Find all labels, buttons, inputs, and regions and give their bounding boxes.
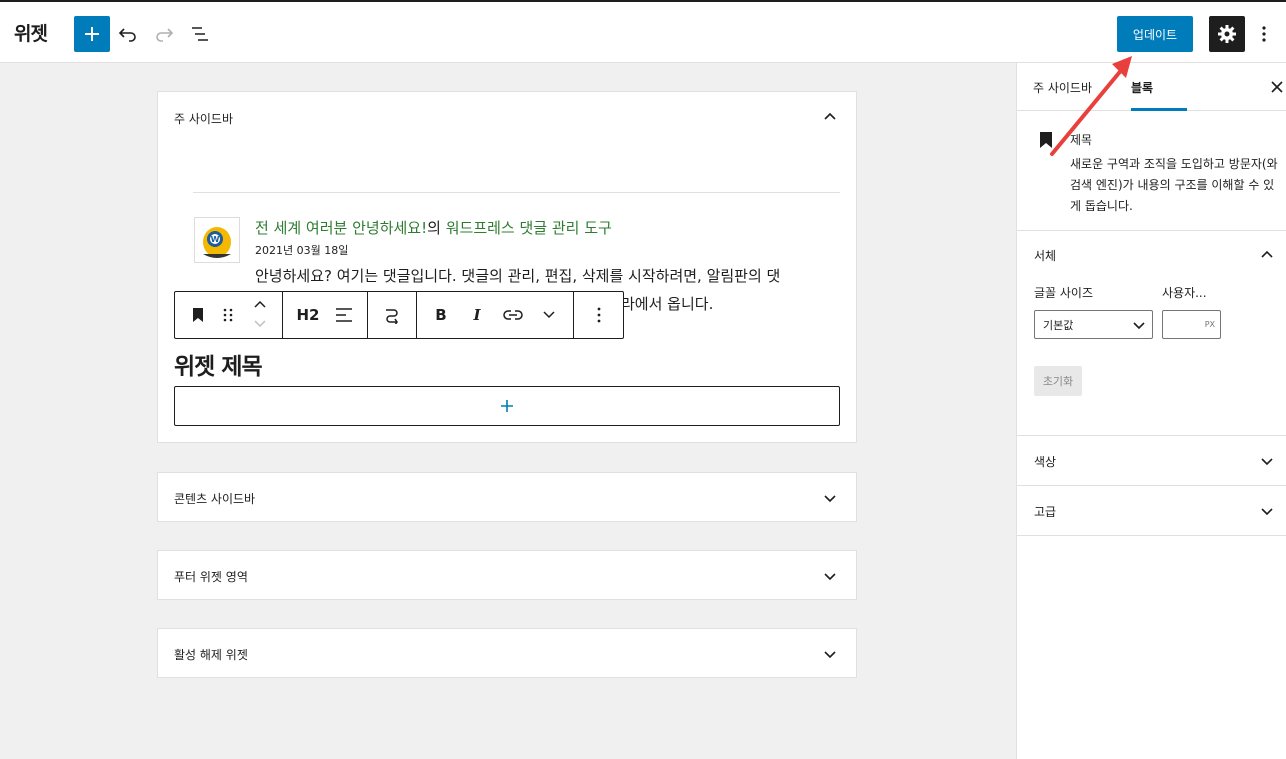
separator xyxy=(193,192,840,193)
list-view-icon[interactable] xyxy=(188,22,212,46)
custom-font-size-input[interactable]: PX xyxy=(1162,310,1221,339)
page-title: 위젯 xyxy=(14,23,48,45)
settings-button[interactable] xyxy=(1209,16,1245,52)
plus-icon xyxy=(501,400,513,412)
comment-post-link[interactable]: 워드프레스 댓글 관리 도구 xyxy=(446,219,612,237)
chevron-down-icon xyxy=(1133,322,1145,330)
heading-level-button[interactable]: H2 xyxy=(293,303,323,327)
widget-area-footer[interactable]: 푸터 위젯 영역 xyxy=(157,550,857,600)
font-size-select[interactable]: 기본값 xyxy=(1034,310,1153,339)
comment-connector: 의 xyxy=(427,219,441,237)
panel-title: 고급 xyxy=(1034,505,1057,519)
align-left-icon[interactable] xyxy=(332,303,356,327)
widget-area-main-sidebar[interactable]: 주 사이드바 W 전 세계 여러분 안녕하세요!의 워드프레스 댓글 관리 도구… xyxy=(157,91,857,443)
chevron-down-icon[interactable] xyxy=(1259,453,1275,469)
advanced-panel[interactable]: 고급 xyxy=(1017,486,1286,536)
move-down-icon[interactable] xyxy=(248,316,272,332)
chevron-up-icon[interactable] xyxy=(1259,247,1275,263)
add-block-button[interactable] xyxy=(74,16,110,52)
close-icon[interactable] xyxy=(1269,79,1285,95)
toolbar-group xyxy=(368,292,417,338)
chevron-down-icon[interactable] xyxy=(537,303,561,327)
font-size-label: 글꼴 사이즈 xyxy=(1034,286,1094,300)
drag-handle-icon[interactable] xyxy=(216,303,240,327)
block-toolbar: H2 B I xyxy=(174,291,624,339)
widget-area-title: 푸터 위젯 영역 xyxy=(174,570,248,584)
widget-area-content-sidebar[interactable]: 콘텐츠 사이드바 xyxy=(157,472,857,522)
toolbar-group xyxy=(175,292,283,338)
plus-icon xyxy=(85,27,99,41)
link-icon[interactable] xyxy=(501,303,525,327)
comment-header: 전 세계 여러분 안녕하세요!의 워드프레스 댓글 관리 도구 xyxy=(255,217,612,238)
panel-title[interactable]: 서체 xyxy=(1034,247,1056,264)
toolbar-group: B I xyxy=(417,292,574,338)
undo-icon[interactable] xyxy=(116,22,140,46)
italic-icon[interactable]: I xyxy=(465,303,489,327)
unit-label: PX xyxy=(1204,320,1215,329)
toolbar-group: H2 xyxy=(283,292,368,338)
widget-title-heading[interactable]: 위젯 제목 xyxy=(174,347,263,381)
gear-icon xyxy=(1218,25,1236,43)
bold-icon[interactable]: B xyxy=(429,303,453,327)
widget-area-title: 활성 해제 위젯 xyxy=(174,648,248,662)
custom-size-label: 사용자... xyxy=(1162,286,1207,300)
bookmark-icon[interactable] xyxy=(186,303,210,327)
update-button[interactable]: 업데이트 xyxy=(1117,16,1193,52)
avatar: W xyxy=(194,217,240,263)
font-size-value: 기본값 xyxy=(1043,319,1074,332)
redo-icon[interactable] xyxy=(152,22,176,46)
reset-button[interactable]: 초기화 xyxy=(1034,366,1082,396)
settings-sidebar: 주 사이드바 블록 제목 새로운 구역과 조직을 도입하고 방문자(와 검색 엔… xyxy=(1016,63,1286,759)
chevron-down-icon[interactable] xyxy=(822,568,838,584)
chevron-down-icon[interactable] xyxy=(1259,503,1275,519)
svg-text:W: W xyxy=(211,235,220,244)
comment-author-link[interactable]: 전 세계 여러분 안녕하세요! xyxy=(255,219,427,237)
block-appender-button[interactable] xyxy=(174,386,840,426)
more-options-icon[interactable] xyxy=(1252,22,1276,46)
widget-area-inactive[interactable]: 활성 해제 위젯 xyxy=(157,628,857,678)
widget-canvas: 주 사이드바 W 전 세계 여러분 안녕하세요!의 워드프레스 댓글 관리 도구… xyxy=(0,63,1016,759)
color-panel[interactable]: 색상 xyxy=(1017,436,1286,486)
panel-title: 색상 xyxy=(1034,455,1057,469)
annotation-arrow xyxy=(1050,56,1132,156)
widget-area-title: 주 사이드바 xyxy=(174,112,234,126)
svg-text:B: B xyxy=(435,307,446,323)
svg-text:I: I xyxy=(472,307,481,323)
widget-area-title: 콘텐츠 사이드바 xyxy=(174,492,256,506)
chevron-down-icon[interactable] xyxy=(822,646,838,662)
comment-text-line: 안녕하세요? 여기는 댓글입니다. 댓글의 관리, 편집, 삭제를 시작하려면,… xyxy=(255,267,781,285)
move-up-icon[interactable] xyxy=(248,296,272,312)
transform-icon[interactable] xyxy=(380,303,404,327)
chevron-down-icon[interactable] xyxy=(822,490,838,506)
block-description: 새로운 구역과 조직을 도입하고 방문자(와 검색 엔진)가 내용의 구조를 이… xyxy=(1070,157,1278,213)
block-options-icon[interactable] xyxy=(587,303,611,327)
chevron-up-icon[interactable] xyxy=(822,109,838,125)
comment-date: 2021년 03월 18일 xyxy=(255,244,349,257)
wordpress-mascot-icon: W xyxy=(203,227,231,258)
